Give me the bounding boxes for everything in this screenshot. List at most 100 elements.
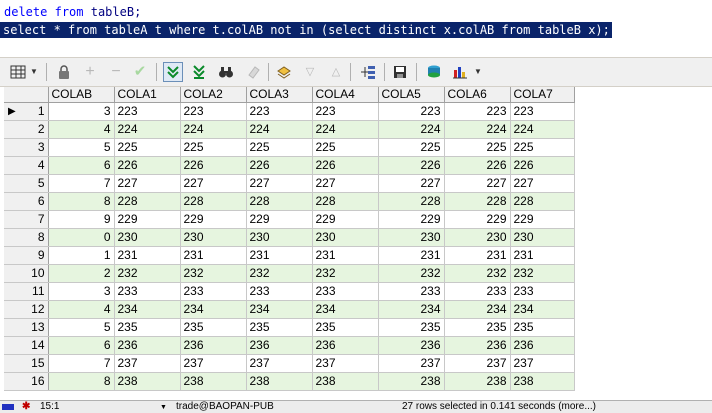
cell-a5[interactable]: 226	[378, 156, 445, 175]
table-row[interactable]: 13 5 235 235 235 235 235 235 235	[4, 318, 575, 337]
cell-a6[interactable]: 230	[444, 228, 511, 247]
connection-name[interactable]: trade@BAOPAN-PUB	[176, 401, 274, 413]
cell-colab[interactable]: 3	[48, 282, 115, 301]
cell-a1[interactable]: 223	[114, 102, 181, 121]
cell-a6[interactable]: 238	[444, 372, 511, 391]
table-row[interactable]: 4 6 226 226 226 226 226 226 226	[4, 156, 575, 175]
row-number[interactable]: 2	[18, 120, 49, 139]
column-header[interactable]: COLA5	[378, 87, 445, 103]
cell-a2[interactable]: 232	[180, 264, 247, 283]
cell-a7[interactable]: 224	[510, 120, 575, 139]
lock-icon[interactable]	[54, 62, 74, 82]
cell-a1[interactable]: 225	[114, 138, 181, 157]
cell-a5[interactable]: 229	[378, 210, 445, 229]
print-icon[interactable]	[424, 62, 444, 82]
cell-a3[interactable]: 232	[246, 264, 313, 283]
row-number[interactable]: 11	[18, 282, 49, 301]
cell-a5[interactable]: 236	[378, 336, 445, 355]
cell-a4[interactable]: 232	[312, 264, 379, 283]
check-icon[interactable]: ✔	[130, 62, 150, 82]
move-up-icon[interactable]: △	[326, 62, 346, 82]
row-number[interactable]: 4	[18, 156, 49, 175]
cell-a3[interactable]: 227	[246, 174, 313, 193]
cell-colab[interactable]: 6	[48, 156, 115, 175]
cell-colab[interactable]: 7	[48, 354, 115, 373]
cell-a7[interactable]: 236	[510, 336, 575, 355]
table-row[interactable]: 16 8 238 238 238 238 238 238 238	[4, 372, 575, 391]
table-row[interactable]: 12 4 234 234 234 234 234 234 234	[4, 300, 575, 319]
cell-a3[interactable]: 235	[246, 318, 313, 337]
cell-a1[interactable]: 236	[114, 336, 181, 355]
row-number[interactable]: 6	[18, 192, 49, 211]
cell-a2[interactable]: 229	[180, 210, 247, 229]
row-number[interactable]: 12	[18, 300, 49, 319]
cell-a3[interactable]: 225	[246, 138, 313, 157]
cell-a4[interactable]: 228	[312, 192, 379, 211]
grid-view-dropdown-arrow-icon[interactable]: ▼	[28, 62, 40, 82]
cell-a3[interactable]: 230	[246, 228, 313, 247]
cell-a4[interactable]: 237	[312, 354, 379, 373]
cell-a2[interactable]: 228	[180, 192, 247, 211]
cell-a2[interactable]: 226	[180, 156, 247, 175]
cell-a1[interactable]: 238	[114, 372, 181, 391]
cell-a6[interactable]: 228	[444, 192, 511, 211]
cell-colab[interactable]: 1	[48, 246, 115, 265]
row-number[interactable]: 16	[18, 372, 49, 391]
cell-a5[interactable]: 233	[378, 282, 445, 301]
row-number[interactable]: 8	[18, 228, 49, 247]
cell-colab[interactable]: 3	[48, 102, 115, 121]
cell-colab[interactable]: 4	[48, 300, 115, 319]
cell-a1[interactable]: 229	[114, 210, 181, 229]
cell-a2[interactable]: 235	[180, 318, 247, 337]
query-by-example-icon[interactable]	[358, 62, 378, 82]
cell-a1[interactable]: 228	[114, 192, 181, 211]
cell-a1[interactable]: 224	[114, 120, 181, 139]
cell-a4[interactable]: 225	[312, 138, 379, 157]
cell-a2[interactable]: 233	[180, 282, 247, 301]
column-header[interactable]: COLA2	[180, 87, 247, 103]
cell-colab[interactable]: 8	[48, 372, 115, 391]
cell-a1[interactable]: 227	[114, 174, 181, 193]
cell-a4[interactable]: 238	[312, 372, 379, 391]
cell-a2[interactable]: 223	[180, 102, 247, 121]
cell-a3[interactable]: 236	[246, 336, 313, 355]
chart-dropdown-arrow-icon[interactable]: ▼	[472, 62, 484, 82]
cell-a5[interactable]: 224	[378, 120, 445, 139]
move-down-icon[interactable]: ▽	[300, 62, 320, 82]
cell-a7[interactable]: 234	[510, 300, 575, 319]
cell-colab[interactable]: 9	[48, 210, 115, 229]
table-row[interactable]: 5 7 227 227 227 227 227 227 227	[4, 174, 575, 193]
cell-a7[interactable]: 231	[510, 246, 575, 265]
cell-colab[interactable]: 4	[48, 120, 115, 139]
cell-a5[interactable]: 238	[378, 372, 445, 391]
cell-a5[interactable]: 237	[378, 354, 445, 373]
cell-a4[interactable]: 224	[312, 120, 379, 139]
cell-a4[interactable]: 233	[312, 282, 379, 301]
cell-a2[interactable]: 225	[180, 138, 247, 157]
column-header[interactable]: COLA1	[114, 87, 181, 103]
column-header[interactable]: COLA3	[246, 87, 313, 103]
table-row[interactable]: 10 2 232 232 232 232 232 232 232	[4, 264, 575, 283]
table-row[interactable]: 8 0 230 230 230 230 230 230 230	[4, 228, 575, 247]
eraser-icon[interactable]	[244, 62, 264, 82]
cell-a5[interactable]: 223	[378, 102, 445, 121]
cell-a6[interactable]: 223	[444, 102, 511, 121]
row-number[interactable]: 15	[18, 354, 49, 373]
row-number[interactable]: 10	[18, 264, 49, 283]
cell-a4[interactable]: 231	[312, 246, 379, 265]
cell-a7[interactable]: 226	[510, 156, 575, 175]
cell-a6[interactable]: 231	[444, 246, 511, 265]
cell-a4[interactable]: 235	[312, 318, 379, 337]
chart-icon[interactable]	[450, 62, 470, 82]
cell-a6[interactable]: 226	[444, 156, 511, 175]
cell-a6[interactable]: 236	[444, 336, 511, 355]
cell-a1[interactable]: 231	[114, 246, 181, 265]
cell-a5[interactable]: 231	[378, 246, 445, 265]
minus-icon[interactable]: −	[106, 62, 126, 82]
fetch-next-icon[interactable]	[163, 62, 183, 82]
cell-a1[interactable]: 237	[114, 354, 181, 373]
sql-editor[interactable]: delete from tableB; select * from tableA…	[0, 0, 712, 56]
cell-a7[interactable]: 227	[510, 174, 575, 193]
cell-a4[interactable]: 227	[312, 174, 379, 193]
cell-a7[interactable]: 237	[510, 354, 575, 373]
